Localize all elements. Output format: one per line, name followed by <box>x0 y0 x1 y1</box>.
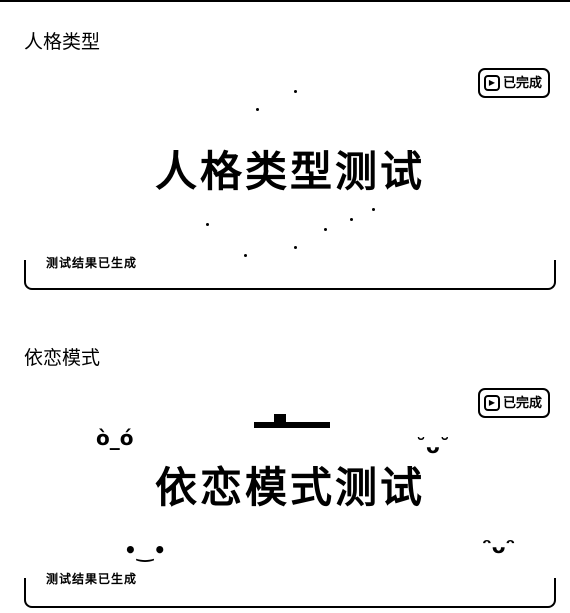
decor-dot <box>256 108 259 111</box>
decor-dot <box>350 218 353 221</box>
decor-dot <box>372 208 375 211</box>
top-divider <box>0 0 570 2</box>
emoji-face-icon: ò_ó <box>96 426 134 450</box>
decor-dot <box>244 254 247 257</box>
decor-bar <box>254 422 330 428</box>
completed-badge: ▶ 已完成 <box>477 388 550 418</box>
card-headline: 依恋模式测试 <box>154 463 425 512</box>
emoji-face-icon: •‿• <box>124 538 167 562</box>
emoji-face-icon: ᵔᴗᵔ <box>482 534 516 558</box>
card-caption: 测试结果已生成 <box>46 572 138 586</box>
decor-bar <box>274 414 286 424</box>
decor-dot <box>206 223 209 226</box>
badge-label: 已完成 <box>502 395 542 411</box>
emoji-face-icon: ˘ᴗ˘ <box>416 434 450 458</box>
badge-label: 已完成 <box>502 75 542 91</box>
card-caption: 测试结果已生成 <box>46 256 138 270</box>
section-title-attachment: 依恋模式 <box>24 347 101 369</box>
card-headline: 人格类型测试 <box>154 147 425 196</box>
completed-badge: ▶ 已完成 <box>477 68 550 98</box>
attachment-test-card[interactable]: ▶ 已完成 依恋模式测试 测试结果已生成 ò_ó ˘ᴗ˘ •‿• ᵔᴗᵔ <box>24 388 556 608</box>
play-icon: ▶ <box>483 395 500 411</box>
personality-test-card[interactable]: ▶ 已完成 人格类型测试 测试结果已生成 <box>24 68 556 290</box>
decor-dot <box>294 90 297 93</box>
decor-dot <box>294 246 297 249</box>
decor-dot <box>324 228 327 231</box>
section-title-personality: 人格类型 <box>24 31 101 53</box>
play-icon: ▶ <box>483 75 500 91</box>
